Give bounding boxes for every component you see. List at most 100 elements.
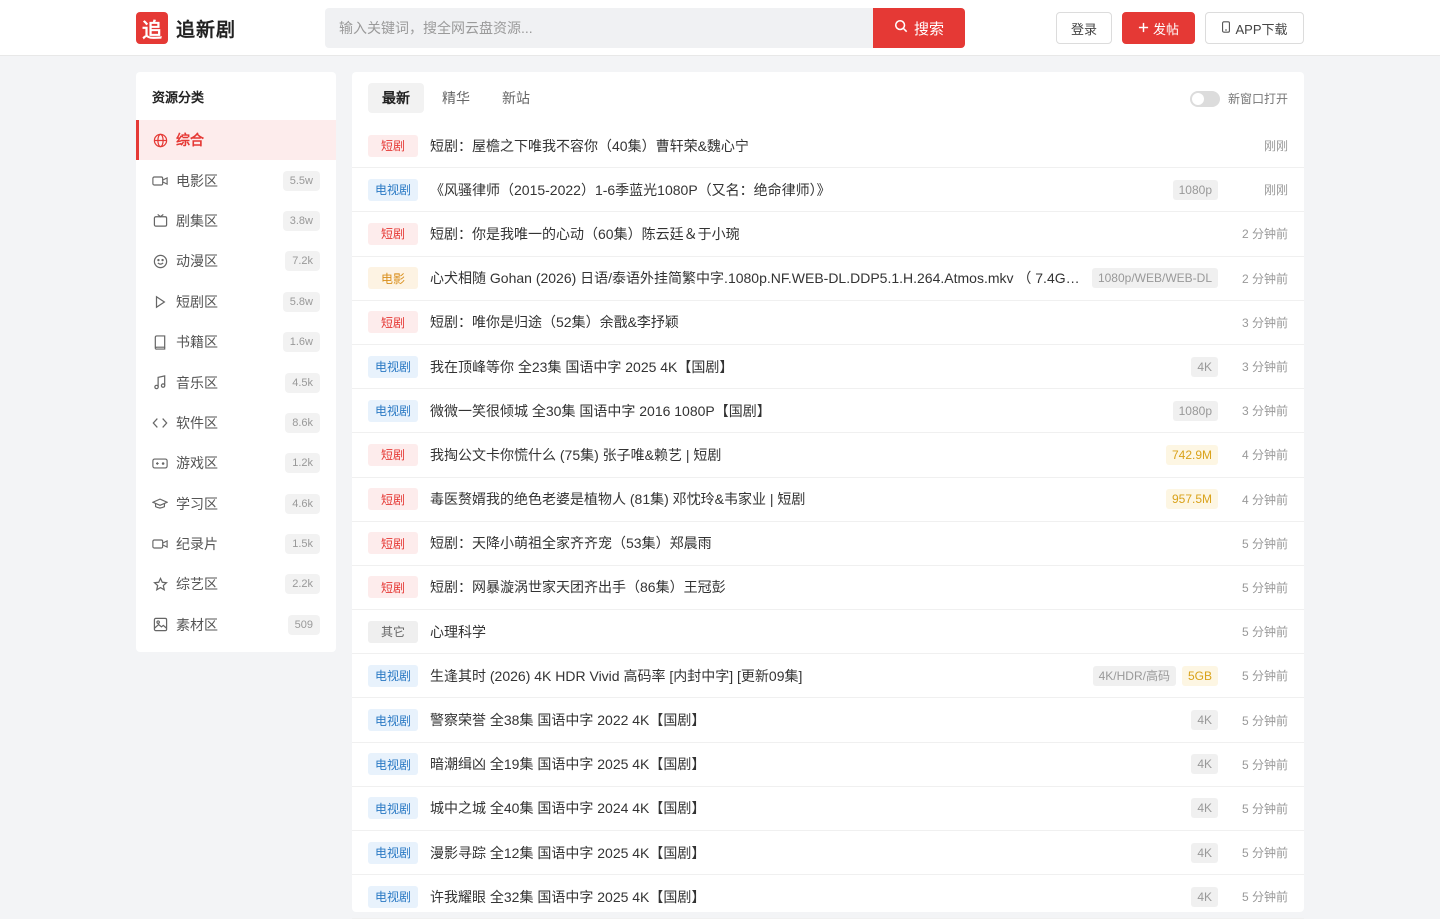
category-tag[interactable]: 电视剧 — [368, 709, 418, 732]
sidebar-item[interactable]: 纪录片 1.5k — [136, 524, 336, 564]
post-row[interactable]: 短剧 短剧：你是我唯一的心动（60集）陈云廷＆于小琬 2 分钟前 — [352, 212, 1304, 257]
login-button[interactable]: 登录 — [1056, 12, 1112, 44]
post-title[interactable]: 毒医赘婿我的绝色老婆是植物人 (81集) 邓忱玲&韦家业 | 短剧 — [430, 489, 1154, 509]
category-tag[interactable]: 电视剧 — [368, 753, 418, 776]
video-camera-icon — [152, 173, 168, 189]
post-row[interactable]: 电视剧 生逢其时 (2026) 4K HDR Vivid 高码率 [内封中字] [… — [352, 654, 1304, 699]
quality-badge: 4K — [1191, 710, 1218, 731]
post-badges: 1080p/WEB/WEB-DL — [1091, 268, 1218, 289]
post-row[interactable]: 电视剧 城中之城 全40集 国语中字 2024 4K【国剧】 4K 5 分钟前 — [352, 787, 1304, 831]
post-time: 5 分钟前 — [1241, 625, 1288, 640]
category-tag[interactable]: 短剧 — [368, 134, 418, 157]
post-title[interactable]: 微微一笑很倾城 全30集 国语中字 2016 1080P【国剧】 — [430, 401, 1161, 421]
post-title[interactable]: 我在顶峰等你 全23集 国语中字 2025 4K【国剧】 — [430, 357, 1179, 377]
tab-new-sites[interactable]: 新站 — [488, 83, 544, 113]
quality-badge: 1080p — [1172, 179, 1218, 200]
category-tag[interactable]: 电影 — [368, 267, 418, 290]
play-icon — [152, 294, 168, 310]
sidebar-item[interactable]: 游戏区 1.2k — [136, 443, 336, 483]
post-title[interactable]: 生逢其时 (2026) 4K HDR Vivid 高码率 [内封中字] [更新0… — [430, 666, 1081, 686]
music-icon — [152, 375, 168, 391]
post-row[interactable]: 短剧 短剧：网暴漩涡世家天团齐出手（86集）王冠彭 5 分钟前 — [352, 566, 1304, 611]
category-tag[interactable]: 电视剧 — [368, 399, 418, 422]
post-row[interactable]: 电视剧 我在顶峰等你 全23集 国语中字 2025 4K【国剧】 4K 3 分钟前 — [352, 345, 1304, 390]
category-tag[interactable]: 电视剧 — [368, 841, 418, 864]
category-tag[interactable]: 电视剧 — [368, 355, 418, 378]
category-tag[interactable]: 短剧 — [368, 222, 418, 245]
category-tag[interactable]: 短剧 — [368, 532, 418, 555]
category-tag[interactable]: 短剧 — [368, 576, 418, 599]
category-tag[interactable]: 电视剧 — [368, 885, 418, 908]
post-row[interactable]: 电视剧 暗潮缉凶 全19集 国语中字 2025 4K【国剧】 4K 5 分钟前 — [352, 743, 1304, 787]
post-title[interactable]: 短剧：你是我唯一的心动（60集）陈云廷＆于小琬 — [430, 224, 1218, 244]
post-time: 3 分钟前 — [1241, 360, 1288, 375]
post-row[interactable]: 电视剧 漫影寻踪 全12集 国语中字 2025 4K【国剧】 4K 5 分钟前 — [352, 831, 1304, 876]
sidebar-item-label: 动漫区 — [176, 253, 218, 270]
category-tag[interactable]: 电视剧 — [368, 178, 418, 201]
post-row[interactable]: 电视剧 微微一笑很倾城 全30集 国语中字 2016 1080P【国剧】 1080p… — [352, 389, 1304, 434]
post-badges: 1080p — [1172, 400, 1218, 421]
post-title[interactable]: 暗潮缉凶 全19集 国语中字 2025 4K【国剧】 — [430, 754, 1179, 774]
post-title[interactable]: 《风骚律师（2015-2022）1-6季蓝光1080P（又名：绝命律师）》 — [430, 180, 1161, 200]
sidebar-item[interactable]: 综合 — [136, 120, 336, 161]
post-row[interactable]: 短剧 短剧：屋檐之下唯我不容你（40集）曹轩荣&魏心宁 刚刚 — [352, 124, 1304, 169]
app-download-button[interactable]: APP下载 — [1205, 12, 1304, 44]
post-title[interactable]: 城中之城 全40集 国语中字 2024 4K【国剧】 — [430, 798, 1179, 818]
post-title[interactable]: 短剧：唯你是归途（52集）余戬&李抒颖 — [430, 312, 1218, 332]
post-badges: 4K — [1191, 886, 1218, 907]
logo-mark: 追 — [136, 12, 168, 44]
tab-featured[interactable]: 精华 — [428, 83, 484, 113]
post-title[interactable]: 短剧：屋檐之下唯我不容你（40集）曹轩荣&魏心宁 — [430, 136, 1218, 156]
tab-latest[interactable]: 最新 — [368, 83, 424, 113]
quality-badge: 1080p/WEB/WEB-DL — [1091, 268, 1218, 289]
post-time: 2 分钟前 — [1241, 271, 1288, 286]
video-camera-icon — [152, 536, 168, 552]
post-title[interactable]: 警察荣誉 全38集 国语中字 2022 4K【国剧】 — [430, 710, 1179, 730]
post-title[interactable]: 心犬相随 Gohan (2026) 日语/泰语外挂简繁中字.1080p.NF.W… — [430, 268, 1080, 288]
category-tag[interactable]: 电视剧 — [368, 664, 418, 687]
post-title[interactable]: 心理科学 — [430, 622, 1218, 642]
sidebar-item[interactable]: 软件区 8.6k — [136, 403, 336, 443]
category-tag[interactable]: 短剧 — [368, 443, 418, 466]
site-logo[interactable]: 追 追新剧 — [136, 12, 236, 44]
tv-icon — [152, 213, 168, 229]
sidebar-item[interactable]: 学习区 4.6k — [136, 484, 336, 524]
category-tag[interactable]: 短剧 — [368, 311, 418, 334]
post-row[interactable]: 短剧 毒医赘婿我的绝色老婆是植物人 (81集) 邓忱玲&韦家业 | 短剧 957.5… — [352, 478, 1304, 522]
sidebar-item[interactable]: 素材区 509 — [136, 605, 336, 645]
post-button[interactable]: 发帖 — [1122, 12, 1195, 44]
post-title[interactable]: 漫影寻踪 全12集 国语中字 2025 4K【国剧】 — [430, 843, 1179, 863]
sidebar-item[interactable]: 音乐区 4.5k — [136, 362, 336, 402]
sidebar-item[interactable]: 剧集区 3.8w — [136, 201, 336, 241]
post-row[interactable]: 电影 心犬相随 Gohan (2026) 日语/泰语外挂简繁中字.1080p.NF… — [352, 257, 1304, 301]
category-tag[interactable]: 短剧 — [368, 488, 418, 511]
post-row[interactable]: 短剧 短剧：唯你是归途（52集）余戬&李抒颖 3 分钟前 — [352, 301, 1304, 345]
post-row[interactable]: 电视剧 许我耀眼 全32集 国语中字 2025 4K【国剧】 4K 5 分钟前 — [352, 875, 1304, 919]
post-row[interactable]: 电视剧 警察荣誉 全38集 国语中字 2022 4K【国剧】 4K 5 分钟前 — [352, 698, 1304, 743]
post-row[interactable]: 短剧 短剧：天降小萌祖全家齐齐宠（53集）郑晨雨 5 分钟前 — [352, 522, 1304, 566]
post-title[interactable]: 短剧：天降小萌祖全家齐齐宠（53集）郑晨雨 — [430, 533, 1218, 553]
post-row[interactable]: 电视剧 《风骚律师（2015-2022）1-6季蓝光1080P（又名：绝命律师）》… — [352, 168, 1304, 213]
sidebar-item[interactable]: 动漫区 7.2k — [136, 241, 336, 281]
code-icon — [152, 415, 168, 431]
category-tag[interactable]: 电视剧 — [368, 797, 418, 820]
sidebar-item-count: 5.8w — [282, 291, 320, 312]
sidebar-item[interactable]: 电影区 5.5w — [136, 160, 336, 200]
sidebar-item[interactable]: 综艺区 2.2k — [136, 564, 336, 604]
post-title[interactable]: 短剧：网暴漩涡世家天团齐出手（86集）王冠彭 — [430, 577, 1218, 597]
post-time: 5 分钟前 — [1241, 580, 1288, 595]
new-window-toggle-group: 新窗口打开 — [1189, 90, 1288, 107]
search-input[interactable] — [325, 8, 873, 48]
post-title[interactable]: 我掏公文卡你慌什么 (75集) 张子唯&赖艺 | 短剧 — [430, 445, 1154, 465]
post-title[interactable]: 许我耀眼 全32集 国语中字 2025 4K【国剧】 — [430, 887, 1179, 907]
post-badges: 4K — [1191, 842, 1218, 863]
category-tag[interactable]: 其它 — [368, 620, 418, 643]
tab-bar: 最新 精华 新站 新窗口打开 — [352, 72, 1304, 124]
sidebar-item[interactable]: 短剧区 5.8w — [136, 282, 336, 322]
post-row[interactable]: 短剧 我掏公文卡你慌什么 (75集) 张子唯&赖艺 | 短剧 742.9M 4 分钟前 — [352, 433, 1304, 478]
new-window-toggle[interactable] — [1189, 90, 1220, 107]
sidebar-item-count: 1.6w — [282, 332, 320, 353]
sidebar-item[interactable]: 书籍区 1.6w — [136, 322, 336, 362]
search-button[interactable]: 搜索 — [873, 8, 965, 48]
post-row[interactable]: 其它 心理科学 5 分钟前 — [352, 610, 1304, 655]
